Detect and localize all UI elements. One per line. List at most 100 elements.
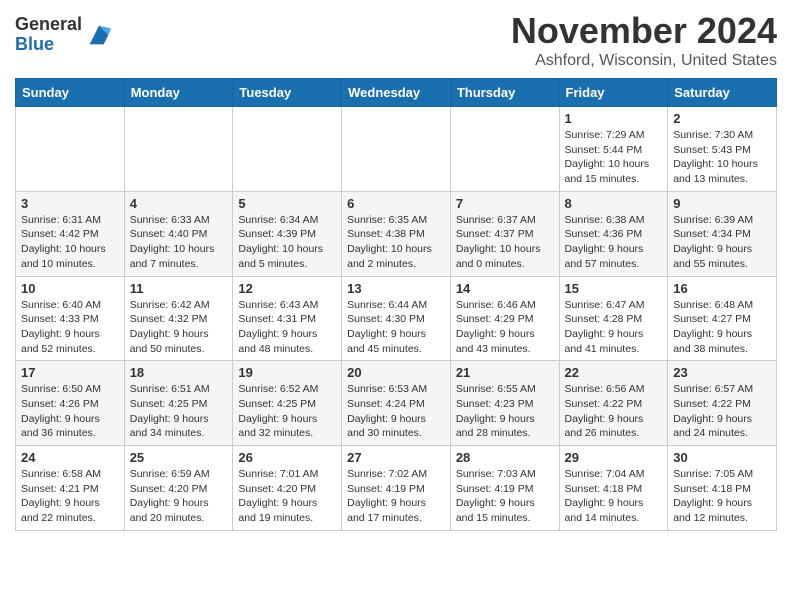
day-detail: Sunrise: 7:05 AM Sunset: 4:18 PM Dayligh… <box>673 467 771 526</box>
calendar-cell <box>124 107 233 192</box>
header: General Blue November 2024 Ashford, Wisc… <box>15 10 777 70</box>
day-number: 30 <box>673 450 771 465</box>
calendar-cell: 30 Sunrise: 7:05 AM Sunset: 4:18 PM Dayli… <box>668 446 777 531</box>
calendar-cell: 21 Sunrise: 6:55 AM Sunset: 4:23 PM Dayli… <box>450 361 559 446</box>
calendar-week-5: 24Sunrise: 6:58 AM Sunset: 4:21 PM Dayli… <box>16 446 777 531</box>
day-detail: Sunrise: 6:47 AM Sunset: 4:28 PM Dayligh… <box>565 298 663 357</box>
logo-blue-text: Blue <box>15 35 82 55</box>
day-detail: Sunrise: 7:04 AM Sunset: 4:18 PM Dayligh… <box>565 467 663 526</box>
day-detail: Sunrise: 6:33 AM Sunset: 4:40 PM Dayligh… <box>130 213 228 272</box>
day-detail: Sunrise: 7:01 AM Sunset: 4:20 PM Dayligh… <box>238 467 336 526</box>
calendar-cell: 18 Sunrise: 6:51 AM Sunset: 4:25 PM Dayli… <box>124 361 233 446</box>
day-number: 3 <box>21 196 119 211</box>
calendar-cell: 4 Sunrise: 6:33 AM Sunset: 4:40 PM Daylig… <box>124 191 233 276</box>
day-header-thursday: Thursday <box>450 79 559 107</box>
day-header-friday: Friday <box>559 79 668 107</box>
logo: General Blue <box>15 15 113 55</box>
day-detail: Sunrise: 6:48 AM Sunset: 4:27 PM Dayligh… <box>673 298 771 357</box>
day-detail: Sunrise: 6:34 AM Sunset: 4:39 PM Dayligh… <box>238 213 336 272</box>
day-detail: Sunrise: 7:02 AM Sunset: 4:19 PM Dayligh… <box>347 467 445 526</box>
location-title: Ashford, Wisconsin, United States <box>511 52 777 70</box>
day-detail: Sunrise: 6:56 AM Sunset: 4:22 PM Dayligh… <box>565 382 663 441</box>
day-number: 23 <box>673 365 771 380</box>
calendar-week-2: 3 Sunrise: 6:31 AM Sunset: 4:42 PM Daylig… <box>16 191 777 276</box>
calendar-cell: 10Sunrise: 6:40 AM Sunset: 4:33 PM Dayli… <box>16 276 125 361</box>
calendar-cell: 29 Sunrise: 7:04 AM Sunset: 4:18 PM Dayli… <box>559 446 668 531</box>
calendar-cell: 28Sunrise: 7:03 AM Sunset: 4:19 PM Dayli… <box>450 446 559 531</box>
calendar-cell: 25 Sunrise: 6:59 AM Sunset: 4:20 PM Dayli… <box>124 446 233 531</box>
day-header-saturday: Saturday <box>668 79 777 107</box>
day-number: 4 <box>130 196 228 211</box>
day-detail: Sunrise: 6:52 AM Sunset: 4:25 PM Dayligh… <box>238 382 336 441</box>
day-detail: Sunrise: 6:35 AM Sunset: 4:38 PM Dayligh… <box>347 213 445 272</box>
calendar-cell <box>450 107 559 192</box>
calendar: SundayMondayTuesdayWednesdayThursdayFrid… <box>15 78 777 531</box>
day-detail: Sunrise: 7:30 AM Sunset: 5:43 PM Dayligh… <box>673 128 771 187</box>
calendar-cell: 6 Sunrise: 6:35 AM Sunset: 4:38 PM Daylig… <box>342 191 451 276</box>
calendar-cell <box>233 107 342 192</box>
calendar-cell: 12 Sunrise: 6:43 AM Sunset: 4:31 PM Dayli… <box>233 276 342 361</box>
day-number: 12 <box>238 281 336 296</box>
calendar-cell: 23Sunrise: 6:57 AM Sunset: 4:22 PM Dayli… <box>668 361 777 446</box>
day-number: 1 <box>565 111 663 126</box>
day-number: 7 <box>456 196 554 211</box>
day-detail: Sunrise: 6:59 AM Sunset: 4:20 PM Dayligh… <box>130 467 228 526</box>
day-number: 5 <box>238 196 336 211</box>
day-detail: Sunrise: 6:42 AM Sunset: 4:32 PM Dayligh… <box>130 298 228 357</box>
day-detail: Sunrise: 6:43 AM Sunset: 4:31 PM Dayligh… <box>238 298 336 357</box>
day-detail: Sunrise: 6:31 AM Sunset: 4:42 PM Dayligh… <box>21 213 119 272</box>
day-number: 29 <box>565 450 663 465</box>
day-number: 17 <box>21 365 119 380</box>
day-detail: Sunrise: 6:55 AM Sunset: 4:23 PM Dayligh… <box>456 382 554 441</box>
day-detail: Sunrise: 6:51 AM Sunset: 4:25 PM Dayligh… <box>130 382 228 441</box>
calendar-cell: 2 Sunrise: 7:30 AM Sunset: 5:43 PM Daylig… <box>668 107 777 192</box>
day-number: 25 <box>130 450 228 465</box>
calendar-cell: 26 Sunrise: 7:01 AM Sunset: 4:20 PM Dayli… <box>233 446 342 531</box>
calendar-cell: 14 Sunrise: 6:46 AM Sunset: 4:29 PM Dayli… <box>450 276 559 361</box>
calendar-cell: 1 Sunrise: 7:29 AM Sunset: 5:44 PM Daylig… <box>559 107 668 192</box>
day-number: 26 <box>238 450 336 465</box>
title-area: November 2024 Ashford, Wisconsin, United… <box>511 10 777 70</box>
day-detail: Sunrise: 6:40 AM Sunset: 4:33 PM Dayligh… <box>21 298 119 357</box>
day-number: 21 <box>456 365 554 380</box>
day-number: 28 <box>456 450 554 465</box>
calendar-cell: 8 Sunrise: 6:38 AM Sunset: 4:36 PM Daylig… <box>559 191 668 276</box>
calendar-cell <box>16 107 125 192</box>
calendar-cell: 11 Sunrise: 6:42 AM Sunset: 4:32 PM Dayli… <box>124 276 233 361</box>
calendar-cell: 24Sunrise: 6:58 AM Sunset: 4:21 PM Dayli… <box>16 446 125 531</box>
day-number: 11 <box>130 281 228 296</box>
day-header-monday: Monday <box>124 79 233 107</box>
month-title: November 2024 <box>511 10 777 52</box>
day-header-wednesday: Wednesday <box>342 79 451 107</box>
calendar-week-3: 10Sunrise: 6:40 AM Sunset: 4:33 PM Dayli… <box>16 276 777 361</box>
logo-general-text: General <box>15 15 82 35</box>
calendar-week-1: 1 Sunrise: 7:29 AM Sunset: 5:44 PM Daylig… <box>16 107 777 192</box>
day-number: 18 <box>130 365 228 380</box>
calendar-cell: 15Sunrise: 6:47 AM Sunset: 4:28 PM Dayli… <box>559 276 668 361</box>
day-number: 2 <box>673 111 771 126</box>
day-detail: Sunrise: 7:29 AM Sunset: 5:44 PM Dayligh… <box>565 128 663 187</box>
calendar-cell: 17 Sunrise: 6:50 AM Sunset: 4:26 PM Dayli… <box>16 361 125 446</box>
day-number: 14 <box>456 281 554 296</box>
day-header-sunday: Sunday <box>16 79 125 107</box>
calendar-cell: 9Sunrise: 6:39 AM Sunset: 4:34 PM Daylig… <box>668 191 777 276</box>
day-detail: Sunrise: 6:38 AM Sunset: 4:36 PM Dayligh… <box>565 213 663 272</box>
day-detail: Sunrise: 6:53 AM Sunset: 4:24 PM Dayligh… <box>347 382 445 441</box>
day-detail: Sunrise: 6:50 AM Sunset: 4:26 PM Dayligh… <box>21 382 119 441</box>
day-detail: Sunrise: 6:46 AM Sunset: 4:29 PM Dayligh… <box>456 298 554 357</box>
day-number: 27 <box>347 450 445 465</box>
day-detail: Sunrise: 6:37 AM Sunset: 4:37 PM Dayligh… <box>456 213 554 272</box>
day-number: 13 <box>347 281 445 296</box>
day-number: 6 <box>347 196 445 211</box>
day-number: 8 <box>565 196 663 211</box>
calendar-cell: 20Sunrise: 6:53 AM Sunset: 4:24 PM Dayli… <box>342 361 451 446</box>
calendar-cell: 27 Sunrise: 7:02 AM Sunset: 4:19 PM Dayli… <box>342 446 451 531</box>
calendar-cell: 16Sunrise: 6:48 AM Sunset: 4:27 PM Dayli… <box>668 276 777 361</box>
day-header-tuesday: Tuesday <box>233 79 342 107</box>
calendar-cell: 19Sunrise: 6:52 AM Sunset: 4:25 PM Dayli… <box>233 361 342 446</box>
logo-icon <box>85 21 113 49</box>
calendar-cell <box>342 107 451 192</box>
calendar-cell: 3 Sunrise: 6:31 AM Sunset: 4:42 PM Daylig… <box>16 191 125 276</box>
day-number: 9 <box>673 196 771 211</box>
calendar-cell: 5 Sunrise: 6:34 AM Sunset: 4:39 PM Daylig… <box>233 191 342 276</box>
